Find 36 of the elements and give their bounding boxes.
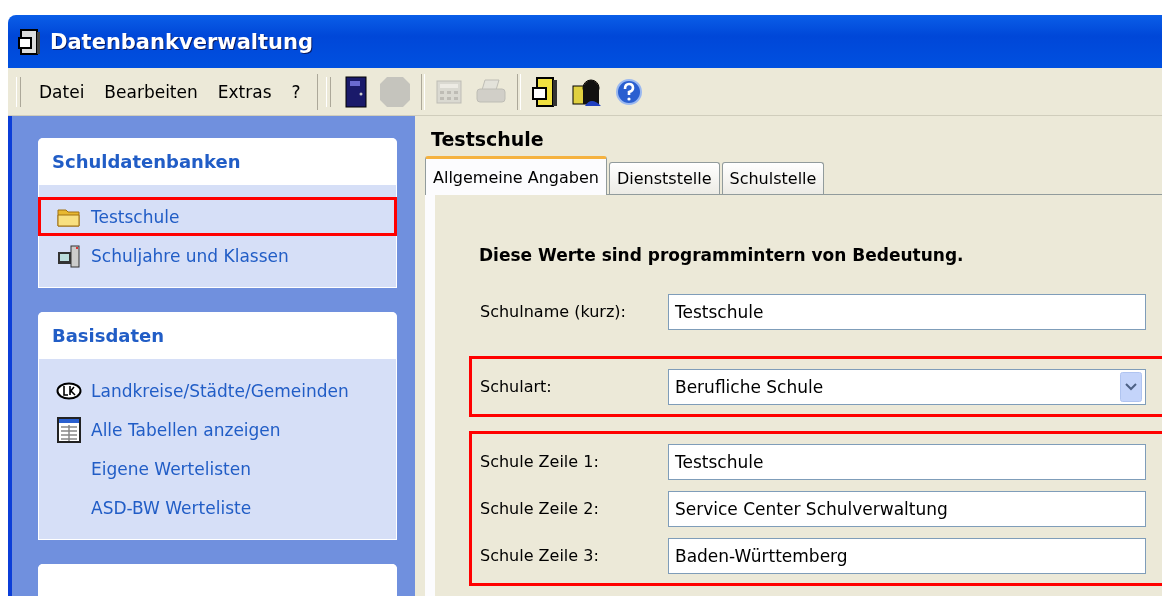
- input-field[interactable]: Baden-Württemberg: [668, 537, 1146, 574]
- section-title: Schuldatenbanken: [52, 151, 241, 172]
- section-title: Basisdaten: [52, 325, 165, 346]
- sidebar-item[interactable]: Eigene Wertelisten: [38, 449, 397, 488]
- input-field[interactable]: Testschule: [668, 443, 1146, 480]
- menu-item[interactable]: Datei: [29, 81, 95, 102]
- input-field[interactable]: Service Center Schulverwaltung: [668, 490, 1146, 527]
- field-label: Schule Zeile 2:: [480, 499, 600, 518]
- menu-item[interactable]: ?: [281, 81, 311, 102]
- computer-icon: [57, 243, 81, 268]
- sidebar-item[interactable]: Schuljahre und Klassen: [38, 236, 397, 275]
- window-title: Datenbankverwaltung: [50, 29, 313, 54]
- folder-icon: [57, 206, 81, 227]
- tab[interactable]: Allgemeine Angaben: [425, 156, 607, 195]
- input-field[interactable]: Testschule: [668, 293, 1146, 330]
- sidebar-item[interactable]: Landkreise/Städte/Gemeinden: [38, 371, 397, 410]
- field-label: Schule Zeile 3:: [480, 546, 600, 565]
- sidebar-item[interactable]: ASD-BW Werteliste: [38, 488, 397, 527]
- door-icon[interactable]: [344, 75, 367, 108]
- page-title: Testschule: [430, 127, 545, 152]
- table-icon: [57, 416, 81, 443]
- help-icon[interactable]: [614, 77, 643, 106]
- sidebar-item[interactable]: Alle Tabellen anzeigen: [38, 410, 397, 449]
- menu-item[interactable]: Extras: [207, 81, 282, 102]
- cabinet-icon[interactable]: [530, 75, 559, 108]
- field-label: Schulname (kurz):: [480, 302, 627, 321]
- menu-item[interactable]: Bearbeiten: [94, 81, 208, 102]
- tab[interactable]: Dienststelle: [608, 162, 720, 194]
- sidebar-item[interactable]: Testschule: [38, 197, 397, 236]
- section-heading: Diese Werte sind programmintern von Bedeutung.: [478, 245, 965, 265]
- tab[interactable]: Schulstelle: [721, 162, 825, 194]
- dropdown[interactable]: Berufliche Schule: [668, 368, 1146, 405]
- field-label: Schule Zeile 1:: [480, 452, 600, 471]
- badge-icon: [56, 380, 82, 401]
- cabinet-icon: [18, 27, 42, 56]
- field-label: Schulart:: [480, 377, 553, 396]
